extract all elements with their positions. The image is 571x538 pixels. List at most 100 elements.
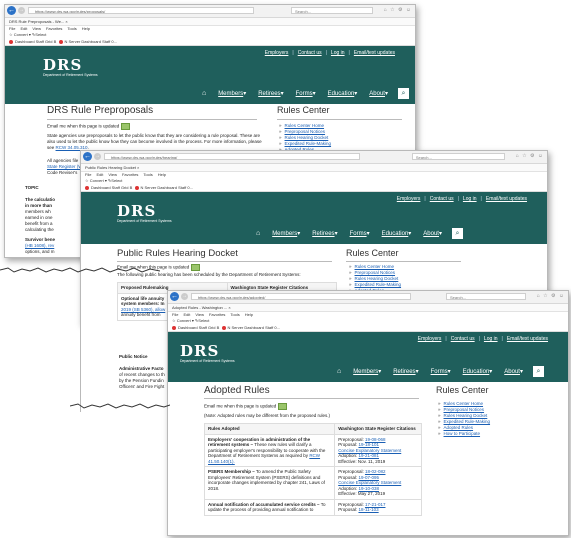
- menu-tools[interactable]: Tools: [67, 26, 76, 31]
- favorite-link[interactable]: N Server Dashboard Staff 0...: [65, 39, 117, 44]
- preproposal-link[interactable]: 19-08-068: [365, 437, 386, 442]
- adoption-link[interactable]: 19-10-038: [358, 486, 379, 491]
- search-icon[interactable]: ⌕: [452, 228, 463, 239]
- nav-members[interactable]: Members▾: [218, 90, 246, 97]
- cell-rule: Employers' cooperation in administration…: [203, 433, 336, 467]
- menu-edit[interactable]: Edit: [183, 312, 190, 317]
- url-input[interactable]: https://www.drs.wa.gov/rules/adopted/: [191, 293, 411, 300]
- rules-link-participate[interactable]: How to Participate: [438, 431, 490, 437]
- email-icon[interactable]: [121, 123, 131, 130]
- menu-help[interactable]: Help: [158, 172, 166, 177]
- favorite-link[interactable]: Dashboard Staff Grid B: [178, 325, 219, 330]
- window-controls[interactable]: ⌂ ☆ ⚙ ☺: [384, 7, 412, 13]
- search-icon[interactable]: ⌕: [533, 366, 544, 377]
- drs-logo[interactable]: DRS Department of Retirement Systems: [117, 202, 172, 224]
- nav-retirees[interactable]: Retirees▾: [258, 90, 283, 97]
- menu-help[interactable]: Help: [82, 26, 90, 31]
- employers-link[interactable]: Employers: [418, 336, 442, 342]
- nav-retirees[interactable]: Retirees▾: [393, 368, 418, 375]
- menu-favorites[interactable]: Favorites: [122, 172, 138, 177]
- email-icon[interactable]: [278, 403, 288, 410]
- back-icon[interactable]: ←: [7, 6, 16, 15]
- menu-file[interactable]: File: [172, 312, 178, 317]
- preproposal-link[interactable]: 18-02-082: [365, 469, 386, 474]
- menu-edit[interactable]: Edit: [96, 172, 103, 177]
- favorite-link[interactable]: Dashboard Staff Grid B: [15, 39, 56, 44]
- nav-about[interactable]: About▾: [504, 368, 523, 375]
- favorite-link[interactable]: N Server Dashboard Staff 0...: [228, 325, 280, 330]
- forward-icon[interactable]: →: [18, 7, 25, 14]
- favorite-link[interactable]: Dashboard Staff Grid B: [91, 185, 132, 190]
- email-updates-link[interactable]: Email/text updates: [486, 196, 527, 202]
- address-bar: ← → https://www.drs.wa.gov/rules/proposa…: [5, 5, 415, 18]
- employers-link[interactable]: Employers: [265, 50, 289, 56]
- contact-link[interactable]: Contact us: [451, 336, 475, 342]
- logo-text: DRS: [117, 202, 157, 220]
- nav-members[interactable]: Members▾: [272, 230, 300, 237]
- browser-search-input[interactable]: Search...: [291, 7, 373, 14]
- nav-about[interactable]: About▾: [369, 90, 388, 97]
- email-updates-link[interactable]: Email/text updates: [507, 336, 548, 342]
- proposal-link[interactable]: 19-18-101: [358, 442, 379, 447]
- browser-tab[interactable]: Public Rules Hearing Docket ×: [81, 164, 547, 172]
- menu-favorites[interactable]: Favorites: [209, 312, 225, 317]
- menu-edit[interactable]: Edit: [20, 26, 27, 31]
- adopted-rules-table: Rules Adopted Washington State Register …: [203, 423, 422, 516]
- utility-nav: Employers | Contact us | Log in | Email/text u…: [396, 196, 527, 202]
- url-input[interactable]: https://www.drs.wa.gov/rules/hearing/: [104, 153, 361, 160]
- nav-education[interactable]: Education▾: [382, 230, 412, 237]
- search-icon[interactable]: ⌕: [398, 88, 409, 99]
- menu-view[interactable]: View: [32, 26, 41, 31]
- menu-tools[interactable]: Tools: [143, 172, 152, 177]
- nav-retirees[interactable]: Retirees▾: [312, 230, 337, 237]
- adoption-link[interactable]: 19-21-081: [358, 453, 379, 458]
- intro-paragraph: State agencies use preproposals to let t…: [47, 133, 262, 150]
- favorite-icon: [172, 325, 176, 330]
- back-icon[interactable]: ←: [83, 152, 92, 161]
- menu-favorites[interactable]: Favorites: [46, 26, 62, 31]
- email-updates-link[interactable]: Email/text updates: [354, 50, 395, 56]
- login-link[interactable]: Log in: [331, 50, 345, 56]
- url-input[interactable]: https://www.drs.wa.gov/rules/proposals/: [28, 7, 254, 14]
- browser-search-input[interactable]: Search...: [446, 293, 526, 300]
- drs-logo[interactable]: DRS Department of Retirement Systems: [43, 58, 98, 78]
- favorite-link[interactable]: N Server Dashboard Staff 0...: [141, 185, 193, 190]
- menu-view[interactable]: View: [108, 172, 117, 177]
- menu-tools[interactable]: Tools: [230, 312, 239, 317]
- email-icon[interactable]: [191, 264, 201, 271]
- forward-icon[interactable]: →: [94, 153, 101, 160]
- rules-divider: [346, 261, 461, 262]
- proposal-link[interactable]: 19-07-095: [358, 475, 379, 480]
- browser-tab[interactable]: Adopted Rules - Washington ... ×: [168, 304, 568, 312]
- contact-link[interactable]: Contact us: [298, 50, 322, 56]
- home-icon[interactable]: ⌂: [202, 90, 206, 97]
- nav-members[interactable]: Members▾: [353, 368, 381, 375]
- proposal-link[interactable]: 18-11-103: [358, 507, 378, 512]
- nav-education[interactable]: Education▾: [463, 368, 493, 375]
- nav-forms[interactable]: Forms▾: [296, 90, 316, 97]
- login-link[interactable]: Log in: [463, 196, 477, 202]
- home-icon[interactable]: ⌂: [256, 230, 260, 237]
- nav-about[interactable]: About▾: [423, 230, 442, 237]
- cell-citation: Preproposal: 17-21-017 Proposal: 18-11-1…: [334, 498, 422, 516]
- nav-forms[interactable]: Forms▾: [431, 368, 451, 375]
- menu-view[interactable]: View: [195, 312, 204, 317]
- menu-help[interactable]: Help: [245, 312, 253, 317]
- contact-link[interactable]: Contact us: [430, 196, 454, 202]
- window-controls[interactable]: ⌂ ☆ ⚙ ☺: [516, 153, 544, 159]
- employers-link[interactable]: Employers: [397, 196, 421, 202]
- forward-icon[interactable]: →: [181, 293, 188, 300]
- nav-education[interactable]: Education▾: [328, 90, 358, 97]
- menu-file[interactable]: File: [9, 26, 15, 31]
- main-nav: ⌂ Members▾ Retirees▾ Forms▾ Education▾ A…: [337, 366, 544, 377]
- window-controls[interactable]: ⌂ ☆ ⚙ ☺: [537, 293, 565, 299]
- back-icon[interactable]: ←: [170, 292, 179, 301]
- drs-logo[interactable]: DRS Department of Retirement Systems: [180, 344, 235, 364]
- browser-tab[interactable]: DRS Rule Preproposals - We... ×: [5, 18, 415, 26]
- nav-forms[interactable]: Forms▾: [350, 230, 370, 237]
- home-icon[interactable]: ⌂: [337, 368, 341, 375]
- login-link[interactable]: Log in: [484, 336, 498, 342]
- browser-search-input[interactable]: Search...: [411, 153, 505, 160]
- menu-file[interactable]: File: [85, 172, 91, 177]
- preproposal-link[interactable]: 17-21-017: [365, 502, 386, 507]
